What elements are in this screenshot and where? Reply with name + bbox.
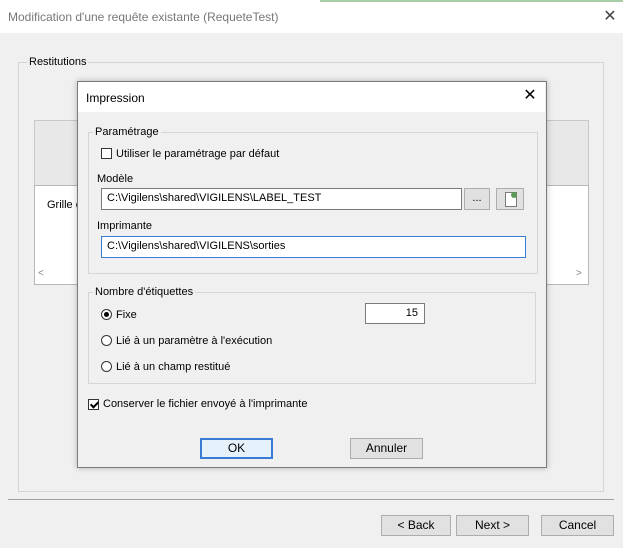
dialog-close-icon[interactable]: ✕ [520,86,540,106]
radio-parametre-label: Lié à un paramètre à l'exécution [116,335,273,347]
preview-dot-icon [511,192,517,198]
radio-champ-label: Lié à un champ restitué [116,361,231,373]
radio-fixe[interactable] [101,309,112,320]
count-input[interactable]: 15 [365,303,425,324]
use-default-checkbox[interactable] [101,148,112,159]
outer-window-title: Modification d'une requête existante (Re… [8,10,279,24]
ok-button[interactable]: OK [200,438,273,459]
outer-close-icon[interactable]: ✕ [600,7,620,27]
bottom-separator [8,499,614,500]
restitutions-legend: Restitutions [27,56,89,68]
preview-button[interactable] [496,188,524,210]
scroll-right-icon[interactable]: > [576,268,582,279]
annuler-button[interactable]: Annuler [350,438,423,459]
radio-fixe-label: Fixe [116,309,137,321]
scroll-left-icon[interactable]: < [38,268,44,279]
cancel-button[interactable]: Cancel [541,515,614,536]
use-default-label: Utiliser le paramétrage par défaut [116,148,280,160]
back-button[interactable]: < Back [381,515,451,536]
modele-input[interactable]: C:\Vigilens\shared\VIGILENS\LABEL_TEST [101,188,462,210]
dialog-titlebar [78,82,545,112]
dialog-title: Impression [86,91,145,105]
radio-parametre[interactable] [101,335,112,346]
keep-file-label: Conserver le fichier envoyé à l'impriman… [103,398,308,410]
nombre-etiquettes-legend: Nombre d'étiquettes [93,286,196,298]
imprimante-label: Imprimante [97,220,153,232]
next-button[interactable]: Next > [456,515,529,536]
browse-button[interactable]: ... [464,188,490,210]
imprimante-input[interactable]: C:\Vigilens\shared\VIGILENS\sorties [101,236,526,258]
radio-champ[interactable] [101,361,112,372]
parametrage-legend: Paramétrage [93,126,161,138]
modele-label: Modèle [97,173,134,185]
keep-file-checkbox[interactable] [88,399,99,410]
